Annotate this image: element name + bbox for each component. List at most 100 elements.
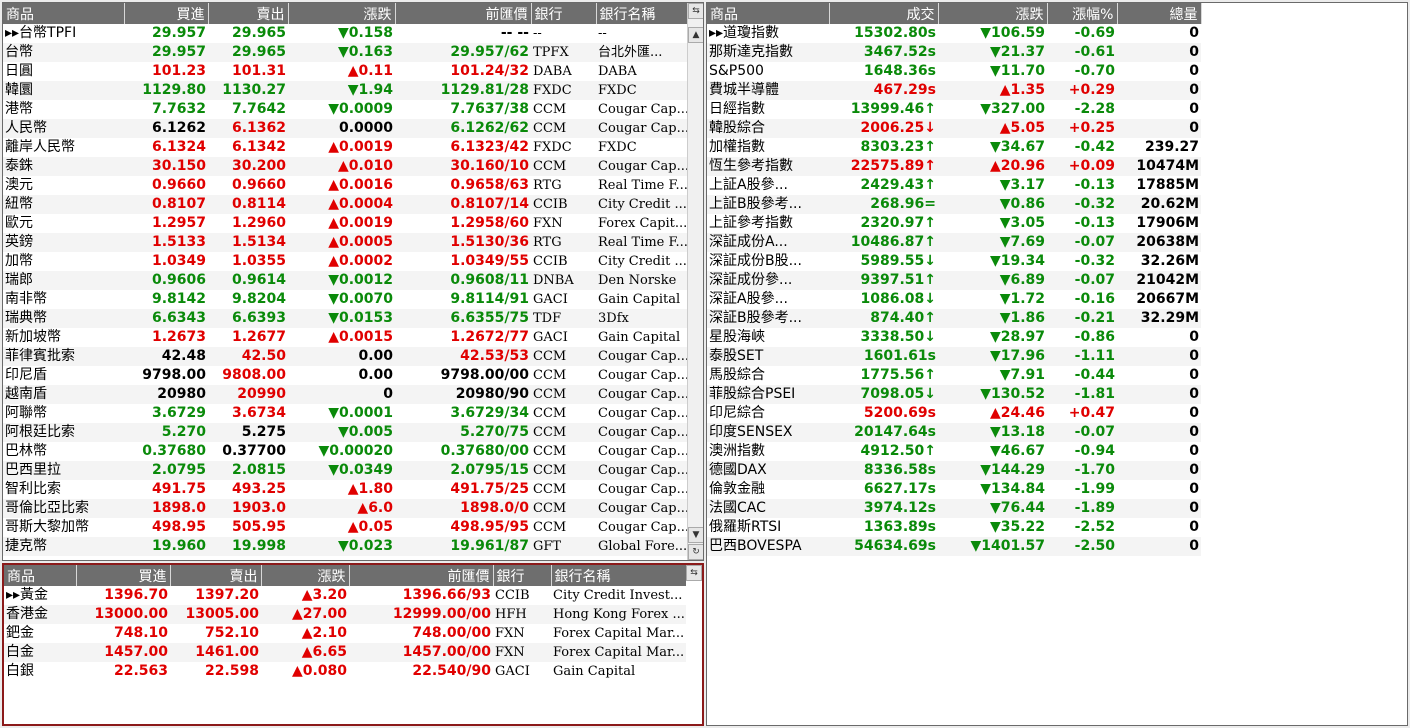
metals-header-col[interactable]: 商品 — [4, 565, 77, 586]
metals-header-col[interactable]: 銀行名稱 — [551, 565, 687, 586]
bank-code-cell: CCM — [531, 385, 596, 404]
table-row[interactable]: 俄羅斯RTSI 1363.89s ▼35.22 -2.52 0 — [707, 518, 1201, 537]
table-row[interactable]: 瑞典幣 6.6343 6.6393 ▼0.0153 6.6355/75 TDF 3Dfx — [3, 309, 687, 328]
table-row[interactable]: 哥倫比亞比索 1898.0 1903.0 ▲6.0 1898.0/0 CCM Cougar … — [3, 499, 687, 518]
fx-header-col[interactable]: 賣出 — [208, 3, 289, 24]
bid-cell: 3.6729 — [151, 405, 206, 421]
table-row[interactable]: 澳洲指數 4912.50↑ ▼46.67 -0.94 0 — [707, 442, 1201, 461]
table-row[interactable]: 深証成份參... 9397.51↑ ▼6.89 -0.07 21042M — [707, 271, 1201, 290]
table-row[interactable]: 恆生參考指數 22575.89↑ ▲20.96 +0.09 10474M — [707, 157, 1201, 176]
bid-cell: 101.23 — [151, 63, 206, 79]
idx-header-col[interactable]: 漲跌 — [938, 3, 1048, 24]
table-row[interactable]: 白銀 22.563 22.598 ▲0.080 22.540/90 GACI Gain Ca… — [4, 662, 686, 681]
change-cell: ▼0.158 — [337, 25, 393, 41]
table-row[interactable]: 台幣 29.957 29.965 ▼0.163 29.957/62 TPFX 台北外匯... — [3, 43, 687, 62]
table-row[interactable]: 倫敦金融 6627.17s ▼134.84 -1.99 0 — [707, 480, 1201, 499]
table-row[interactable]: 新加坡幣 1.2673 1.2677 ▲0.0015 1.2672/77 GACI Gain… — [3, 328, 687, 347]
last-cell: 2006.25↓ — [829, 119, 938, 138]
table-row[interactable]: 離岸人民幣 6.1324 6.1342 ▲0.0019 6.1323/42 FXDC FXD… — [3, 138, 687, 157]
table-row[interactable]: 費城半導體 467.29s ▲1.35 +0.29 0 — [707, 81, 1201, 100]
table-row[interactable]: 法國CAC 3974.12s ▼76.44 -1.89 0 — [707, 499, 1201, 518]
last-cell: 20147.64s — [829, 423, 938, 442]
metals-header-col[interactable]: 賣出 — [170, 565, 262, 586]
bank-code-cell: CCM — [531, 461, 596, 480]
table-row[interactable]: 那斯達克指數 3467.52s ▼21.37 -0.61 0 — [707, 43, 1201, 62]
table-row[interactable]: 香港金 13000.00 13005.00 ▲27.00 12999.00/00 HFH H… — [4, 605, 686, 624]
table-row[interactable]: 越南盾 20980 20990 0 20980/90 CCM Cougar Cap... — [3, 385, 687, 404]
table-row[interactable]: 巴林幣 0.37680 0.37700 ▼0.00020 0.37680/00 CCM Co… — [3, 442, 687, 461]
scroll-down-icon[interactable]: ▼ — [688, 527, 703, 543]
table-row[interactable]: 加幣 1.0349 1.0355 ▲0.0002 1.0349/55 CCIB City C… — [3, 252, 687, 271]
metals-header-col[interactable]: 漲跌 — [261, 565, 350, 586]
table-row[interactable]: 印尼綜合 5200.69s ▲24.46 +0.47 0 — [707, 404, 1201, 423]
table-row[interactable]: 泰銖 30.150 30.200 ▲0.010 30.160/10 CCM Cougar C… — [3, 157, 687, 176]
table-row[interactable]: ▸▸台幣TPFI 29.957 29.965 ▼0.158 -- -- -- -- — [3, 24, 687, 43]
idx-header-col[interactable]: 漲幅% — [1047, 3, 1118, 24]
idx-header-col[interactable]: 總量 — [1117, 3, 1202, 24]
table-row[interactable]: 深証B股參考... 874.40↑ ▼1.86 -0.21 32.29M — [707, 309, 1201, 328]
ask-cell: 3.6734 — [231, 405, 286, 421]
metals-header-col[interactable]: 銀行 — [493, 565, 552, 586]
metals-header-col[interactable]: 前匯價 — [349, 565, 494, 586]
table-row[interactable]: 哥斯大黎加幣 498.95 505.95 ▲0.05 498.95/95 CCM Couga… — [3, 518, 687, 537]
table-row[interactable]: 阿根廷比索 5.270 5.275 ▼0.005 5.270/75 CCM Cougar C… — [3, 423, 687, 442]
table-row[interactable]: 鈀金 748.10 752.10 ▲2.10 748.00/00 FXN Forex Cap… — [4, 624, 686, 643]
table-row[interactable]: 日經指數 13999.46↑ ▼327.00 -2.28 0 — [707, 100, 1201, 119]
table-row[interactable]: 歐元 1.2957 1.2960 ▲0.0019 1.2958/60 FXN Forex C… — [3, 214, 687, 233]
table-row[interactable]: 深証成份A... 10486.87↑ ▼7.69 -0.07 20638M — [707, 233, 1201, 252]
table-row[interactable]: 韓圜 1129.80 1130.27 ▼1.94 1129.81/28 FXDC FXDC — [3, 81, 687, 100]
metals-scrollbar[interactable]: ⇆ — [686, 565, 702, 724]
table-row[interactable]: 港幣 7.7632 7.7642 ▼0.0009 7.7637/38 CCM Cougar … — [3, 100, 687, 119]
table-row[interactable]: 紐幣 0.8107 0.8114 ▲0.0004 0.8107/14 CCIB City C… — [3, 195, 687, 214]
table-row[interactable]: 瑞郎 0.9606 0.9614 ▼0.0012 0.9608/11 DNBA Den No… — [3, 271, 687, 290]
table-row[interactable]: 菲律賓批索 42.48 42.50 0.00 42.53/53 CCM Cougar Cap… — [3, 347, 687, 366]
fx-header-col[interactable]: 商品 — [3, 3, 125, 24]
table-row[interactable]: 印度SENSEX 20147.64s ▼13.18 -0.07 0 — [707, 423, 1201, 442]
table-row[interactable]: 深証成份B股... 5989.55↓ ▼19.34 -0.32 32.26M — [707, 252, 1201, 271]
fx-header-col[interactable]: 前匯價 — [395, 3, 532, 24]
fx-header-col[interactable]: 銀行名稱 — [596, 3, 688, 24]
table-row[interactable]: 上証參考指數 2320.97↑ ▼3.05 -0.13 17906M — [707, 214, 1201, 233]
fx-header-col[interactable]: 漲跌 — [288, 3, 396, 24]
table-row[interactable]: 英鎊 1.5133 1.5134 ▲0.0005 1.5130/36 RTG Real Ti… — [3, 233, 687, 252]
table-row[interactable]: 阿聯幣 3.6729 3.6734 ▼0.0001 3.6729/34 CCM Cougar… — [3, 404, 687, 423]
column-settings-icon[interactable]: ⇆ — [688, 3, 703, 19]
table-row[interactable]: 上証B股參考... 268.96= ▼0.86 -0.32 20.62M — [707, 195, 1201, 214]
change-cell: ▲6.65 — [261, 643, 349, 662]
table-row[interactable]: 深証A股參... 1086.08↓ ▼1.72 -0.16 20667M — [707, 290, 1201, 309]
volume-cell: 0 — [1189, 405, 1199, 421]
prev-rate-cell: 7.7637/38 — [450, 101, 529, 117]
table-row[interactable]: ▸▸道瓊指數 15302.80s ▼106.59 -0.69 0 — [707, 24, 1201, 43]
idx-header-col[interactable]: 成交 — [829, 3, 939, 24]
table-row[interactable]: 澳元 0.9660 0.9660 ▲0.0016 0.9658/63 RTG Real Ti… — [3, 176, 687, 195]
table-row[interactable]: 德國DAX 8336.58s ▼144.29 -1.70 0 — [707, 461, 1201, 480]
refresh-icon[interactable]: ↻ — [688, 544, 703, 560]
table-row[interactable]: 白金 1457.00 1461.00 ▲6.65 1457.00/00 FXN Forex … — [4, 643, 686, 662]
table-row[interactable]: S&P500 1648.36s ▼11.70 -0.70 0 — [707, 62, 1201, 81]
fx-header-col[interactable]: 銀行 — [531, 3, 597, 24]
table-row[interactable]: 泰股SET 1601.61s ▼17.96 -1.11 0 — [707, 347, 1201, 366]
fx-header-col[interactable]: 買進 — [124, 3, 209, 24]
table-row[interactable]: 菲股綜合PSEI 7098.05↓ ▼130.52 -1.81 0 — [707, 385, 1201, 404]
table-row[interactable]: 印尼盾 9798.00 9808.00 0.00 9798.00/00 CCM Cougar… — [3, 366, 687, 385]
table-row[interactable]: 巴西BOVESPA 54634.69s ▼1401.57 -2.50 0 — [707, 537, 1201, 556]
scroll-up-icon[interactable]: ▲ — [688, 27, 703, 43]
table-row[interactable]: ▸▸黃金 1396.70 1397.20 ▲3.20 1396.66/93 CCIB Cit… — [4, 586, 686, 605]
metals-header-col[interactable]: 買進 — [76, 565, 171, 586]
table-row[interactable]: 日圓 101.23 101.31 ▲0.11 101.24/32 DABA DABA — [3, 62, 687, 81]
prev-rate-cell: 491.75/25 — [450, 481, 529, 497]
table-row[interactable]: 捷克幣 19.960 19.998 ▼0.023 19.961/87 GFT Global … — [3, 537, 687, 556]
table-row[interactable]: 星股海峽 3338.50↓ ▼28.97 -0.86 0 — [707, 328, 1201, 347]
pct-change-cell: +0.47 — [1068, 405, 1115, 421]
table-row[interactable]: 南非幣 9.8142 9.8204 ▼0.0070 9.8114/91 GACI Gain … — [3, 290, 687, 309]
table-row[interactable]: 巴西里拉 2.0795 2.0815 ▼0.0349 2.0795/15 CCM Couga… — [3, 461, 687, 480]
idx-header-col[interactable]: 商品 — [707, 3, 830, 24]
table-row[interactable]: 上証A股參... 2429.43↑ ▼3.17 -0.13 17885M — [707, 176, 1201, 195]
table-row[interactable]: 智利比索 491.75 493.25 ▲1.80 491.75/25 CCM Cougar … — [3, 480, 687, 499]
metals-column-settings-icon[interactable]: ⇆ — [686, 565, 702, 581]
table-row[interactable]: 加權指數 8303.23↑ ▼34.67 -0.42 239.27 — [707, 138, 1201, 157]
table-row[interactable]: 馬股綜合 1775.56↑ ▼7.91 -0.44 0 — [707, 366, 1201, 385]
table-row[interactable]: 人民幣 6.1262 6.1362 0.0000 6.1262/62 CCM Cougar … — [3, 119, 687, 138]
table-row[interactable]: 韓股綜合 2006.25↓ ▲5.05 +0.25 0 — [707, 119, 1201, 138]
fx-scrollbar[interactable]: ⇆ ▲ ▼ ↻ — [687, 3, 703, 560]
